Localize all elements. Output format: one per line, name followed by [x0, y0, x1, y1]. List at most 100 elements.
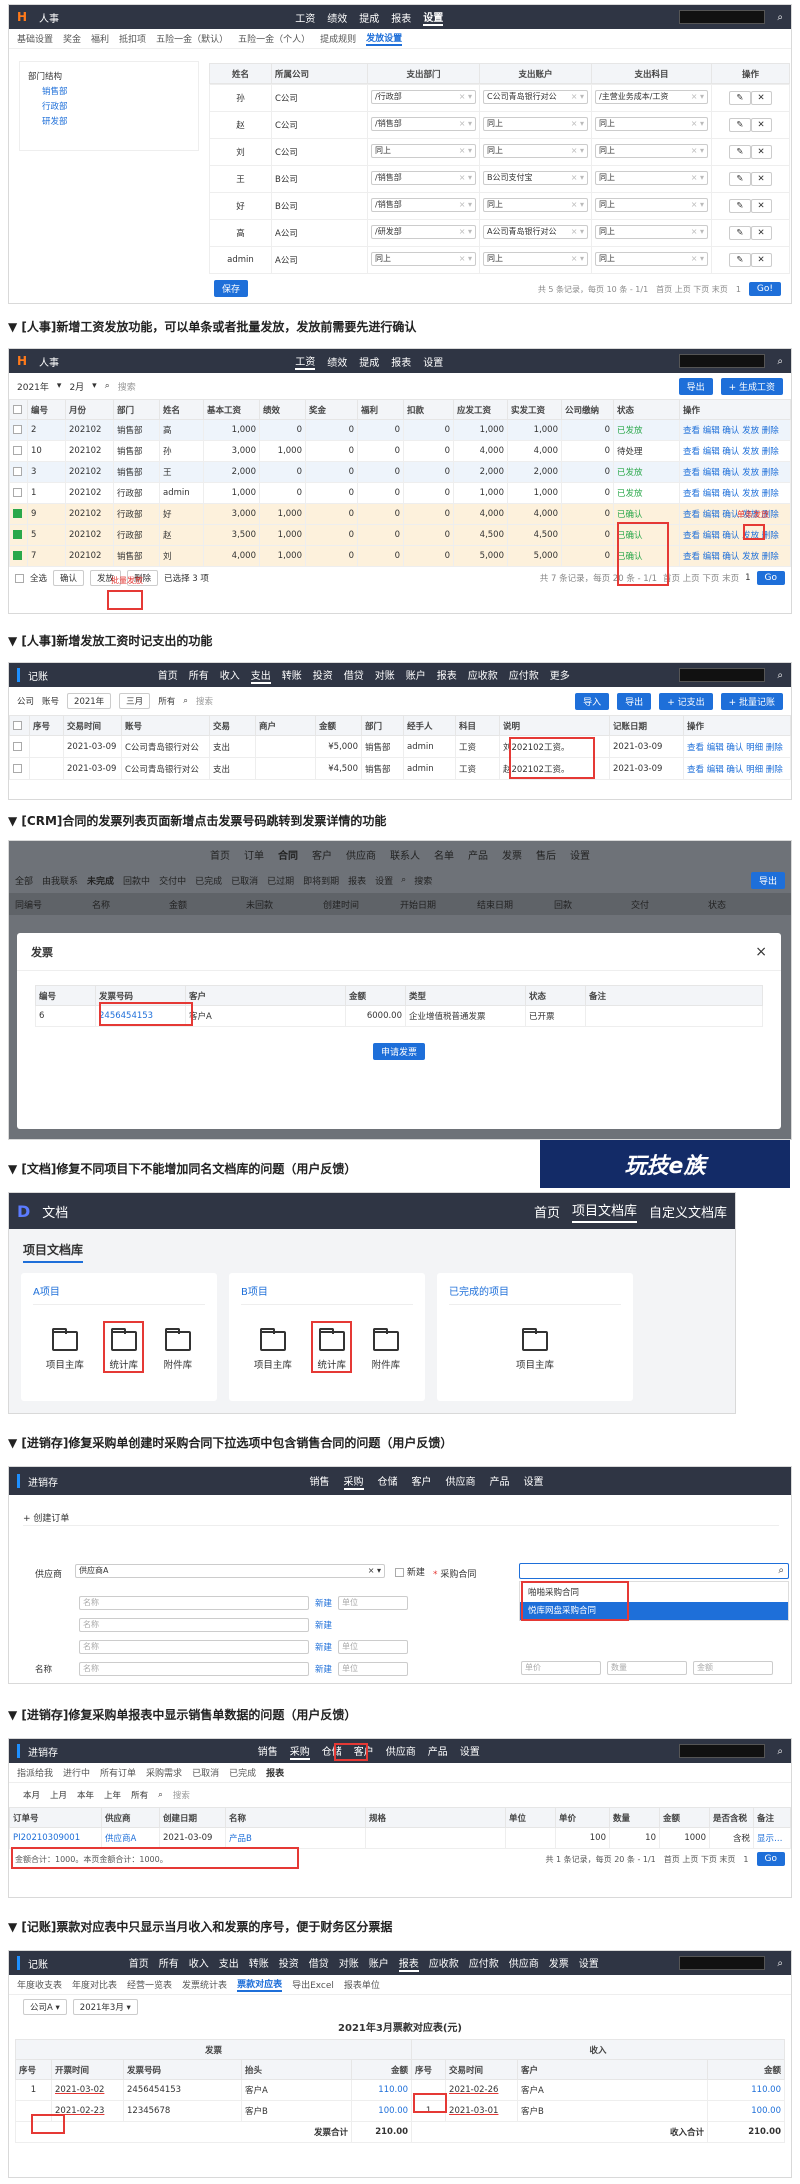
department-select[interactable]: /销售部 × ▾ — [371, 197, 476, 212]
account-select[interactable]: C公司青岛银行对公 × ▾ — [483, 89, 588, 104]
nav-project-docs[interactable]: 项目文档库 — [571, 1200, 637, 1223]
nav-item[interactable]: 发票 — [549, 1955, 569, 1972]
new-item-link[interactable]: 新建 — [315, 1619, 332, 1631]
nav-item[interactable]: 客户 — [312, 847, 332, 862]
library-item[interactable]: 项目主库 — [248, 1327, 298, 1375]
search-input[interactable] — [679, 10, 766, 24]
tab-bonus[interactable]: 奖金 — [63, 32, 81, 45]
nav-item[interactable]: 供应商 — [446, 1473, 476, 1490]
filter-item[interactable]: 已过期 — [267, 874, 294, 887]
search-input[interactable] — [679, 354, 766, 368]
nav-salary[interactable]: 工资 — [295, 353, 316, 370]
nav-item[interactable]: 所有 — [189, 667, 209, 684]
department-select[interactable]: /研发部 × ▾ — [371, 224, 476, 239]
account-select[interactable]: B公司支付宝 × ▾ — [483, 170, 588, 185]
nav-salary[interactable]: 工资 — [295, 10, 315, 25]
library-item[interactable]: 附件库 — [366, 1327, 407, 1375]
filter-item[interactable]: 已取消 — [231, 874, 258, 887]
contract-select[interactable]: ⌕ — [519, 1563, 789, 1579]
unit-input[interactable]: 单位 — [338, 1662, 409, 1676]
search-link[interactable]: 搜索 — [173, 1789, 190, 1801]
name-input[interactable]: 名称 — [79, 1640, 309, 1654]
search-link[interactable]: 搜索 — [118, 380, 136, 393]
account-select[interactable]: 同上 × ▾ — [483, 116, 588, 131]
edit-icon[interactable]: ✎ — [729, 253, 751, 267]
tree-item[interactable]: 行政部 — [28, 100, 190, 115]
amount-input[interactable]: 金额 — [693, 1661, 773, 1675]
batch-confirm-button[interactable]: 确认 — [53, 570, 85, 586]
nav-item[interactable]: 销售 — [310, 1473, 330, 1490]
nav-item[interactable]: 供应商 — [509, 1955, 539, 1972]
period-tab[interactable]: 本月 — [23, 1789, 40, 1801]
period-tab[interactable]: 所有 — [131, 1789, 148, 1801]
clear-icon[interactable]: × ▾ — [459, 199, 472, 211]
generate-salary-button[interactable]: + 生成工资 — [720, 377, 783, 395]
nav-item[interactable]: 供应商 — [386, 1743, 416, 1760]
row-actions[interactable]: 查看 编辑 确认 明细 删除 — [683, 757, 791, 780]
delete-icon[interactable]: ✕ — [750, 253, 772, 267]
year-select[interactable]: 2021年 — [67, 693, 112, 709]
export-button[interactable]: 导出 — [678, 377, 713, 395]
clear-icon[interactable]: × ▾ — [691, 172, 704, 184]
report-tab[interactable]: 导出Excel — [292, 1978, 334, 1991]
name-input[interactable]: 名称 — [79, 1662, 309, 1676]
close-icon[interactable]: × — [755, 944, 767, 960]
edit-icon[interactable]: ✎ — [729, 91, 751, 105]
nav-item[interactable]: 转账 — [282, 667, 302, 684]
nav-item[interactable]: 设置 — [570, 847, 590, 862]
tab-basic[interactable]: 基础设置 — [17, 32, 53, 45]
add-expense-button[interactable]: + 记支出 — [659, 692, 713, 710]
edit-icon[interactable]: ✎ — [729, 226, 751, 240]
tab-payout-settings[interactable]: 发放设置 — [366, 31, 403, 46]
pager-links[interactable]: 首页 上页 下页 末页 — [663, 572, 739, 584]
edit-icon[interactable]: ✎ — [729, 118, 751, 132]
edit-icon[interactable]: ✎ — [729, 172, 751, 186]
nav-settings[interactable]: 设置 — [423, 9, 444, 26]
nav-performance[interactable]: 绩效 — [327, 354, 347, 369]
clear-icon[interactable]: × ▾ — [571, 253, 584, 265]
go-button[interactable]: Go — [756, 1852, 785, 1866]
nav-item[interactable]: 首页 — [158, 667, 178, 684]
nav-item[interactable]: 售后 — [536, 847, 556, 862]
subject-select[interactable]: 同上 × ▾ — [595, 251, 708, 266]
name-input[interactable]: 名称 — [79, 1596, 309, 1610]
tab-welfare[interactable]: 福利 — [91, 32, 109, 45]
filter-item[interactable]: 交付中 — [159, 874, 186, 887]
nav-item[interactable]: 仓储 — [378, 1473, 398, 1490]
nav-item[interactable]: 更多 — [550, 667, 570, 684]
new-supplier-checkbox[interactable]: 新建 — [395, 1565, 425, 1578]
tab-deduction[interactable]: 抵扣项 — [119, 32, 146, 45]
period-tab[interactable]: 本年 — [77, 1789, 94, 1801]
nav-item[interactable]: 借贷 — [309, 1955, 329, 1972]
clear-icon[interactable]: × ▾ — [459, 118, 472, 130]
page-input[interactable]: 1 — [736, 285, 741, 294]
delete-icon[interactable]: ✕ — [750, 199, 772, 213]
department-select[interactable]: 同上 × ▾ — [371, 143, 476, 158]
filter-item[interactable]: 采购需求 — [146, 1766, 182, 1779]
remark[interactable]: 显示备注 — [753, 1827, 791, 1849]
period-tab[interactable]: 上年 — [104, 1789, 121, 1801]
nav-item[interactable]: 首页 — [129, 1955, 149, 1972]
account-select[interactable]: 同上 × ▾ — [483, 197, 588, 212]
nav-item[interactable]: 应收款 — [468, 667, 498, 684]
clear-icon[interactable]: × ▾ — [459, 145, 472, 157]
month-select[interactable]: 三月 — [119, 693, 151, 709]
nav-item[interactable]: 产品 — [468, 847, 488, 862]
month-select[interactable]: 2021年3月 ▾ — [72, 1999, 138, 2015]
clear-icon[interactable]: × ▾ — [459, 253, 472, 265]
department-select[interactable]: 同上 × ▾ — [371, 251, 476, 266]
delete-icon[interactable]: ✕ — [750, 91, 772, 105]
row-actions[interactable]: 查看 编辑 确认 发放 删除 — [679, 545, 791, 567]
filter-item[interactable]: 指派给我 — [17, 1766, 53, 1779]
clear-icon[interactable]: × ▾ — [691, 199, 704, 211]
nav-item[interactable]: 对账 — [339, 1955, 359, 1972]
nav-commission[interactable]: 提成 — [359, 10, 379, 25]
nav-item[interactable]: 收入 — [189, 1955, 209, 1972]
go-button[interactable]: Go! — [748, 282, 781, 296]
row-checkbox[interactable] — [13, 467, 22, 476]
row-actions[interactable]: 查看 编辑 确认 发放 删除 — [679, 524, 791, 546]
search-icon[interactable]: ⌕ — [777, 1958, 783, 1969]
filter-item[interactable]: 未完成 — [87, 874, 114, 887]
clear-icon[interactable]: × ▾ — [571, 226, 584, 238]
unit-input[interactable]: 单位 — [338, 1640, 409, 1654]
